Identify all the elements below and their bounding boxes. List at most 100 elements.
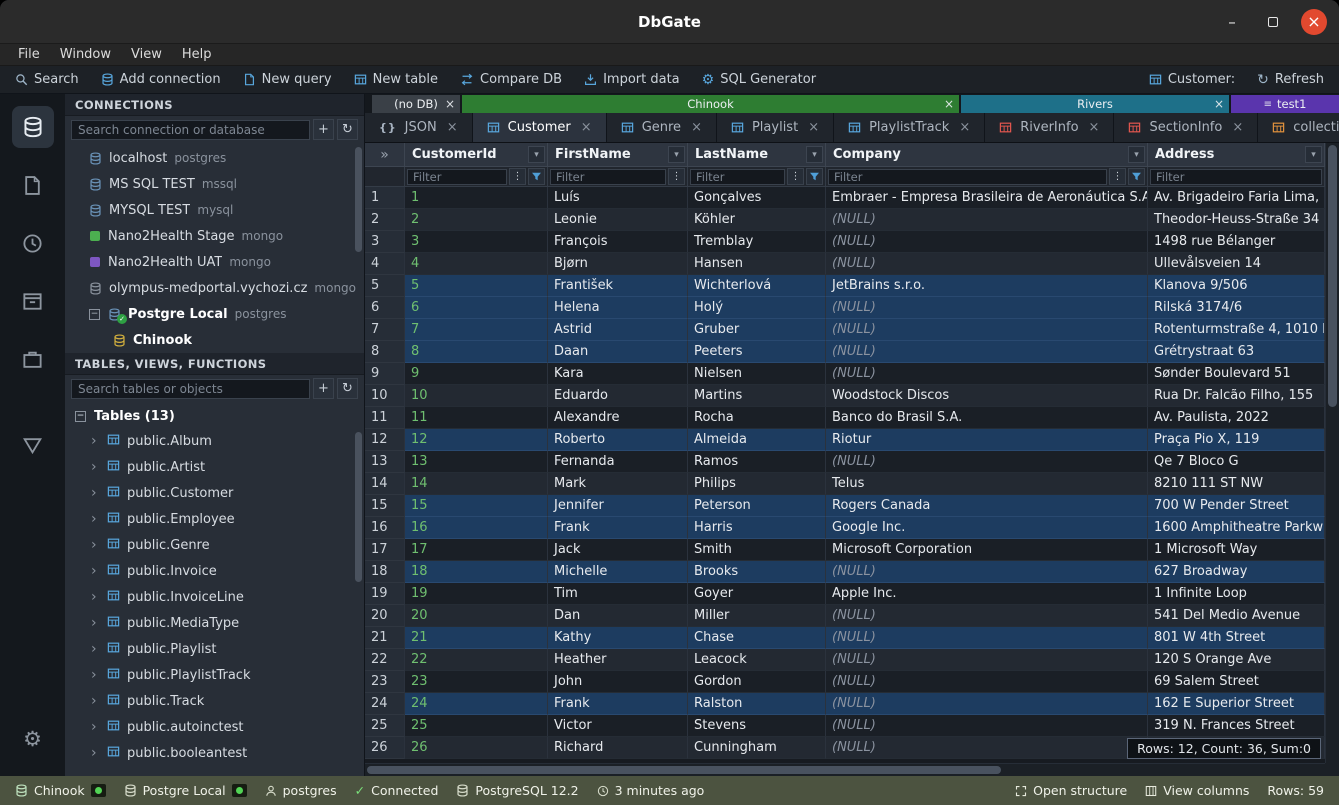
column-menu-button[interactable]: ▾	[528, 146, 545, 163]
table-public-genre[interactable]: ›public.Genre	[65, 532, 364, 558]
grid-corner-expand[interactable]: »	[365, 143, 405, 167]
filter-menu-button[interactable]: ⋮	[668, 168, 685, 185]
close-icon[interactable]: ×	[1232, 120, 1243, 135]
files-panel-icon[interactable]	[12, 164, 54, 206]
tables-add-button[interactable]: +	[313, 378, 334, 399]
filter-menu-button[interactable]: ⋮	[1109, 168, 1126, 185]
table-row[interactable]: 33FrançoisTremblay(NULL)1498 rue Bélange…	[365, 231, 1325, 253]
table-public-album[interactable]: ›public.Album	[65, 428, 364, 454]
row-number[interactable]: 7	[365, 319, 405, 341]
row-number[interactable]: 24	[365, 693, 405, 715]
table-public-invoice[interactable]: ›public.Invoice	[65, 558, 364, 584]
close-icon[interactable]: ×	[691, 120, 702, 135]
table-row[interactable]: 99KaraNielsen(NULL)Sønder Boulevard 51	[365, 363, 1325, 385]
table-row[interactable]: 1313FernandaRamos(NULL)Qe 7 Bloco G	[365, 451, 1325, 473]
column-header-address[interactable]: Address▾	[1148, 143, 1325, 167]
row-number[interactable]: 16	[365, 517, 405, 539]
filter-funnel-button[interactable]	[806, 168, 823, 185]
row-number[interactable]: 9	[365, 363, 405, 385]
horizontal-scrollbar[interactable]	[365, 763, 1325, 776]
chevron-right-icon[interactable]: ›	[91, 693, 100, 709]
chevron-right-icon[interactable]: ›	[91, 459, 100, 475]
table-public-customer[interactable]: ›public.Customer	[65, 480, 364, 506]
row-number[interactable]: 20	[365, 605, 405, 627]
tab-json[interactable]: {}JSON×	[365, 113, 473, 142]
tables-search-input[interactable]	[71, 379, 310, 399]
column-header-customerid[interactable]: CustomerId▾	[405, 143, 548, 167]
filter-input-firstname[interactable]	[550, 169, 666, 185]
chevron-right-icon[interactable]: ›	[91, 511, 100, 527]
filter-funnel-button[interactable]	[1128, 168, 1145, 185]
table-row[interactable]: 88DaanPeeters(NULL)Grétrystraat 63	[365, 341, 1325, 363]
close-icon[interactable]: ×	[944, 97, 954, 111]
toolbar-new-table[interactable]: New table	[343, 66, 449, 93]
scrollbar-thumb[interactable]	[1328, 145, 1337, 407]
chevron-right-icon[interactable]: ›	[91, 433, 100, 449]
row-number[interactable]: 25	[365, 715, 405, 737]
connection-mysql-test[interactable]: MYSQL TESTmysql	[65, 197, 364, 223]
column-header-firstname[interactable]: FirstName▾	[548, 143, 688, 167]
connection-postgre-local[interactable]: −✓Postgre Localpostgres	[65, 301, 364, 327]
chevron-right-icon[interactable]: ›	[91, 537, 100, 553]
settings-icon[interactable]: ⚙	[12, 718, 54, 760]
connection-olympus-medportal-vychozi-cz[interactable]: olympus-medportal.vychozi.czmongo	[65, 275, 364, 301]
row-number[interactable]: 15	[365, 495, 405, 517]
row-number[interactable]: 5	[365, 275, 405, 297]
tables-group-header[interactable]: − Tables (13)	[65, 404, 364, 428]
filter-menu-button[interactable]: ⋮	[509, 168, 526, 185]
table-row[interactable]: 1515JenniferPetersonRogers Canada700 W P…	[365, 495, 1325, 517]
table-row[interactable]: 1717JackSmithMicrosoft Corporation1 Micr…	[365, 539, 1325, 561]
table-public-mediatype[interactable]: ›public.MediaType	[65, 610, 364, 636]
row-number[interactable]: 3	[365, 231, 405, 253]
maximize-button[interactable]	[1260, 9, 1286, 35]
tab-sectioninfo[interactable]: SectionInfo×	[1114, 113, 1258, 142]
table-row[interactable]: 66HelenaHolý(NULL)Rilská 3174/6	[365, 297, 1325, 319]
toolbar-import-data[interactable]: Import data	[573, 66, 691, 93]
row-number[interactable]: 1	[365, 187, 405, 209]
table-row[interactable]: 2020DanMiller(NULL)541 Del Medio Avenue	[365, 605, 1325, 627]
row-number[interactable]: 23	[365, 671, 405, 693]
toolbar-search[interactable]: Search	[4, 66, 90, 93]
archive-panel-icon[interactable]	[12, 280, 54, 322]
table-public-autoinctest[interactable]: ›public.autoinctest	[65, 714, 364, 740]
menu-window[interactable]: Window	[50, 44, 121, 65]
chevron-right-icon[interactable]: ›	[91, 719, 100, 735]
tab-genre[interactable]: Genre×	[607, 113, 717, 142]
table-public-employee[interactable]: ›public.Employee	[65, 506, 364, 532]
toolbar-refresh[interactable]: ↻Refresh	[1246, 66, 1335, 93]
table-row[interactable]: 55FrantišekWichterlováJetBrains s.r.o.Kl…	[365, 275, 1325, 297]
history-panel-icon[interactable]	[12, 222, 54, 264]
row-number[interactable]: 18	[365, 561, 405, 583]
row-number[interactable]: 10	[365, 385, 405, 407]
vertical-scrollbar[interactable]	[1325, 143, 1339, 763]
tab-playlisttrack[interactable]: PlaylistTrack×	[834, 113, 985, 142]
column-header-lastname[interactable]: LastName▾	[688, 143, 826, 167]
refresh-connections-button[interactable]: ↻	[337, 119, 358, 140]
tab-playlist[interactable]: Playlist×	[717, 113, 834, 142]
row-number[interactable]: 17	[365, 539, 405, 561]
close-icon[interactable]: ×	[581, 120, 592, 135]
table-public-booleantest[interactable]: ›public.booleantest	[65, 740, 364, 766]
tab-group-test1[interactable]: ≡test1	[1231, 95, 1339, 113]
connections-panel-icon[interactable]	[12, 106, 54, 148]
status-open-structure[interactable]: Open structure	[1006, 776, 1136, 805]
table-row[interactable]: 1212RobertoAlmeidaRioturPraça Pio X, 119	[365, 429, 1325, 451]
filter-panel-icon[interactable]	[12, 424, 54, 466]
chevron-right-icon[interactable]: ›	[91, 589, 100, 605]
column-header-company[interactable]: Company▾	[826, 143, 1148, 167]
menu-file[interactable]: File	[8, 44, 50, 65]
row-number[interactable]: 2	[365, 209, 405, 231]
row-number[interactable]: 6	[365, 297, 405, 319]
table-row[interactable]: 2424FrankRalston(NULL)162 E Superior Str…	[365, 693, 1325, 715]
chevron-right-icon[interactable]: ›	[91, 485, 100, 501]
column-menu-button[interactable]: ▾	[668, 146, 685, 163]
table-row[interactable]: 1616FrankHarrisGoogle Inc.1600 Amphithea…	[365, 517, 1325, 539]
filter-input-customerid[interactable]	[407, 169, 507, 185]
row-number[interactable]: 11	[365, 407, 405, 429]
close-button[interactable]: ×	[1301, 9, 1327, 35]
plugins-panel-icon[interactable]	[12, 338, 54, 380]
menu-view[interactable]: View	[121, 44, 172, 65]
table-row[interactable]: 2222HeatherLeacock(NULL)120 S Orange Ave	[365, 649, 1325, 671]
row-number[interactable]: 8	[365, 341, 405, 363]
tab-customer[interactable]: Customer×	[473, 113, 607, 142]
